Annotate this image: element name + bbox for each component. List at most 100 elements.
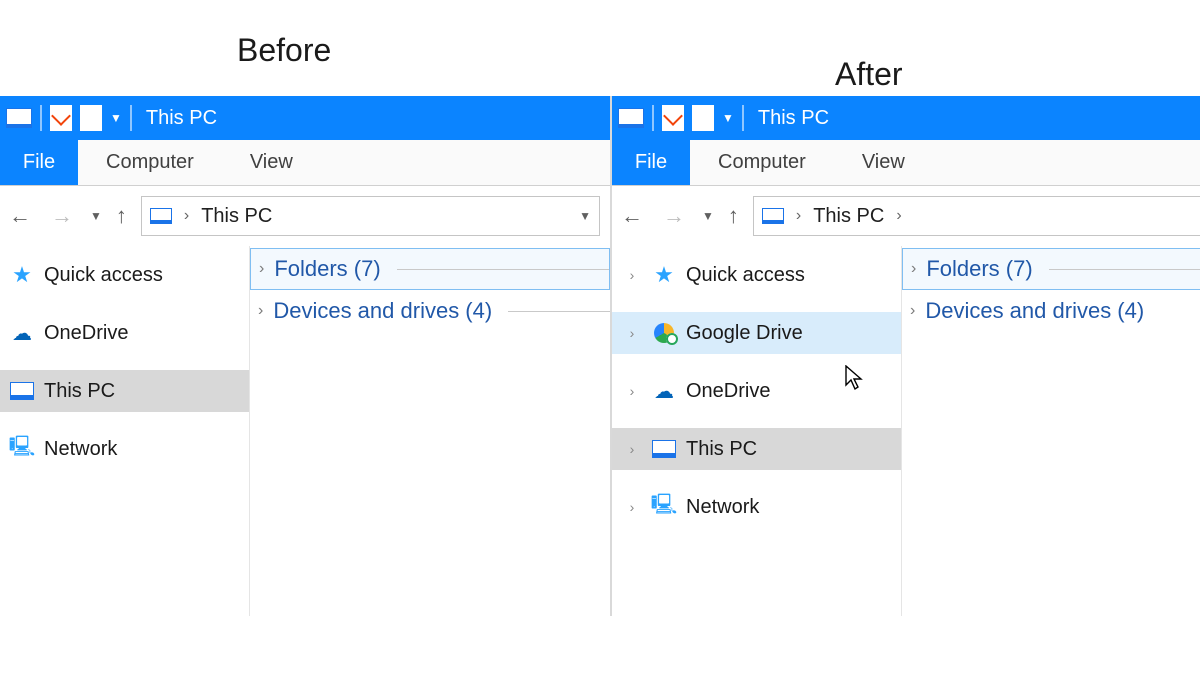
chevron-right-icon: › xyxy=(796,207,801,225)
pc-icon xyxy=(652,438,676,460)
ribbon-tabs: File Computer View xyxy=(612,140,1200,186)
chevron-down-icon[interactable]: ▼ xyxy=(579,209,591,223)
tab-file[interactable]: File xyxy=(0,140,78,185)
nav-row: ← → ▼ ↑ › This PC › xyxy=(612,186,1200,246)
star-icon: ★ xyxy=(652,264,676,286)
group-header-folders[interactable]: › Folders (7) xyxy=(250,248,610,290)
title-separator xyxy=(652,105,654,131)
back-button[interactable]: ← xyxy=(6,202,34,230)
sidebar-item-label: This PC xyxy=(44,380,115,403)
window-title: This PC xyxy=(146,107,217,130)
chevron-right-icon: › xyxy=(259,260,264,278)
tab-view-label: View xyxy=(862,151,905,174)
tab-view[interactable]: View xyxy=(222,140,321,185)
ribbon-tabs: File Computer View xyxy=(0,140,610,186)
chevron-right-icon[interactable]: › xyxy=(622,383,642,399)
group-label: Folders (7) xyxy=(274,256,380,282)
group-header-devices[interactable]: › Devices and drives (4) xyxy=(250,290,610,332)
network-icon: 🖳 xyxy=(10,438,34,460)
navigation-pane: ★ Quick access ☁ OneDrive This PC 🖳 Netw… xyxy=(0,246,250,616)
chevron-right-icon[interactable]: › xyxy=(622,325,642,341)
sidebar-item-label: OneDrive xyxy=(44,322,128,345)
up-button[interactable]: ↑ xyxy=(116,203,127,229)
forward-button[interactable]: → xyxy=(48,202,76,230)
pc-icon xyxy=(150,208,172,224)
address-bar[interactable]: › This PC ▼ xyxy=(141,196,600,236)
sidebar-item-quick-access[interactable]: › ★ Quick access xyxy=(612,254,901,296)
breadcrumb-location[interactable]: This PC xyxy=(813,205,884,228)
sidebar-item-quick-access[interactable]: ★ Quick access xyxy=(0,254,249,296)
qat-new-icon[interactable] xyxy=(692,105,714,131)
sidebar-item-google-drive[interactable]: › Google Drive xyxy=(612,312,901,354)
title-separator xyxy=(742,105,744,131)
sidebar-item-this-pc[interactable]: This PC xyxy=(0,370,249,412)
title-bar: ▼ This PC xyxy=(0,96,610,140)
sidebar-item-label: This PC xyxy=(686,438,757,461)
group-label: Folders (7) xyxy=(926,256,1032,282)
up-button[interactable]: ↑ xyxy=(728,203,739,229)
qat-dropdown-icon[interactable]: ▼ xyxy=(110,111,122,125)
sidebar-item-label: Network xyxy=(686,496,759,519)
history-dropdown-icon[interactable]: ▼ xyxy=(702,209,714,223)
pc-icon xyxy=(6,108,32,128)
explorer-window-after: ▼ This PC File Computer View ← → ▼ ↑ › T… xyxy=(612,96,1200,616)
explorer-window-before: ▼ This PC File Computer View ← → ▼ ↑ › T… xyxy=(0,96,610,616)
group-label: Devices and drives (4) xyxy=(925,298,1144,324)
tab-file-label: File xyxy=(23,151,55,174)
sidebar-item-label: Quick access xyxy=(686,264,805,287)
google-drive-icon xyxy=(652,322,676,344)
chevron-right-icon: › xyxy=(896,207,901,225)
content-pane: › Folders (7) › Devices and drives (4) xyxy=(250,246,610,616)
sidebar-item-label: OneDrive xyxy=(686,380,770,403)
tab-file[interactable]: File xyxy=(612,140,690,185)
qat-dropdown-icon[interactable]: ▼ xyxy=(722,111,734,125)
nav-row: ← → ▼ ↑ › This PC ▼ xyxy=(0,186,610,246)
group-label: Devices and drives (4) xyxy=(273,298,492,324)
group-rule xyxy=(508,311,610,312)
back-button[interactable]: ← xyxy=(618,202,646,230)
group-header-devices[interactable]: › Devices and drives (4) xyxy=(902,290,1200,332)
chevron-right-icon: › xyxy=(184,207,189,225)
breadcrumb-location[interactable]: This PC xyxy=(201,205,272,228)
qat-properties-icon[interactable] xyxy=(50,105,72,131)
address-bar[interactable]: › This PC › xyxy=(753,196,1200,236)
qat-new-icon[interactable] xyxy=(80,105,102,131)
cloud-icon: ☁ xyxy=(10,322,34,344)
cloud-icon: ☁ xyxy=(652,380,676,402)
sidebar-item-network[interactable]: 🖳 Network xyxy=(0,428,249,470)
pc-icon xyxy=(618,108,644,128)
tab-computer[interactable]: Computer xyxy=(690,140,834,185)
sidebar-item-label: Google Drive xyxy=(686,322,803,345)
pc-icon xyxy=(10,380,34,402)
sidebar-item-this-pc[interactable]: › This PC xyxy=(612,428,901,470)
tab-computer[interactable]: Computer xyxy=(78,140,222,185)
tab-file-label: File xyxy=(635,151,667,174)
group-rule xyxy=(397,269,609,270)
tab-view-label: View xyxy=(250,151,293,174)
chevron-right-icon[interactable]: › xyxy=(622,499,642,515)
chevron-right-icon[interactable]: › xyxy=(622,267,642,283)
comparison-label-before: Before xyxy=(237,32,331,69)
sidebar-item-network[interactable]: › 🖳 Network xyxy=(612,486,901,528)
content-pane: › Folders (7) › Devices and drives (4) xyxy=(902,246,1200,616)
chevron-right-icon: › xyxy=(911,260,916,278)
network-icon: 🖳 xyxy=(652,496,676,518)
qat-properties-icon[interactable] xyxy=(662,105,684,131)
sidebar-item-onedrive[interactable]: ☁ OneDrive xyxy=(0,312,249,354)
tab-view[interactable]: View xyxy=(834,140,933,185)
tab-computer-label: Computer xyxy=(106,151,194,174)
group-rule xyxy=(1049,269,1200,270)
sidebar-item-label: Quick access xyxy=(44,264,163,287)
comparison-label-after: After xyxy=(835,56,903,93)
group-header-folders[interactable]: › Folders (7) xyxy=(902,248,1200,290)
title-separator xyxy=(40,105,42,131)
sidebar-item-label: Network xyxy=(44,438,117,461)
chevron-right-icon[interactable]: › xyxy=(622,441,642,457)
forward-button[interactable]: → xyxy=(660,202,688,230)
title-bar: ▼ This PC xyxy=(612,96,1200,140)
tab-computer-label: Computer xyxy=(718,151,806,174)
history-dropdown-icon[interactable]: ▼ xyxy=(90,209,102,223)
pc-icon xyxy=(762,208,784,224)
chevron-right-icon: › xyxy=(910,302,915,320)
sidebar-item-onedrive[interactable]: › ☁ OneDrive xyxy=(612,370,901,412)
